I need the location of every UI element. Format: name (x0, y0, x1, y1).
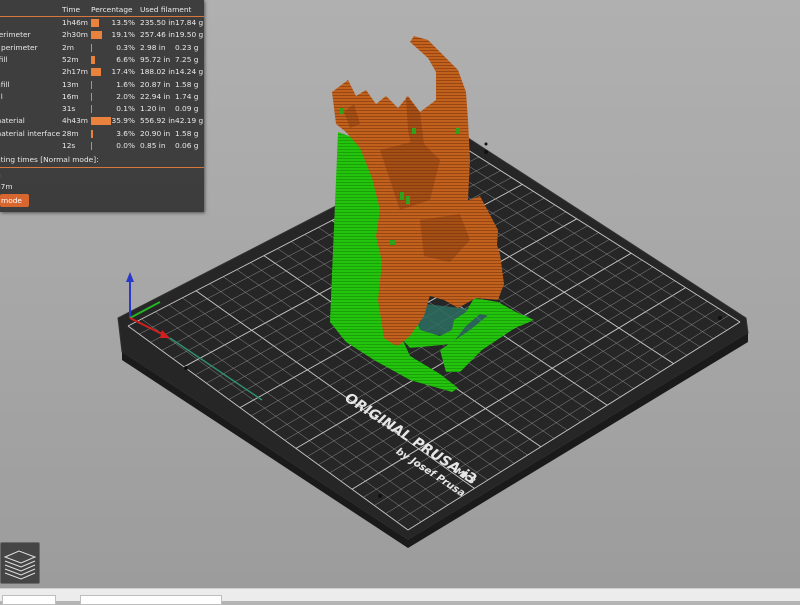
legend-row: fill 16m 2.0% 22.94 in 1.74 g (0, 91, 204, 103)
feature-percentage: 0.1% (116, 104, 135, 114)
feature-length: 188.02 in (140, 67, 175, 77)
percentage-bar (91, 80, 92, 89)
feature-percentage: 19.1% (111, 30, 135, 40)
feature-length: 2.98 in (140, 42, 166, 52)
feature-weight: 17.84 g (175, 18, 204, 27)
legend-row: perimeter 2h30m 19.1% 257.46 in19.50 g (0, 29, 204, 41)
printing-time-line-a: n (0, 170, 1, 179)
feature-percentage: 1.6% (116, 79, 135, 89)
percentage-bar (91, 31, 102, 40)
percentage-bar (91, 55, 95, 64)
feature-weight: 7.25 g (175, 54, 199, 64)
feature-weight: 0.06 g (175, 141, 199, 150)
bottom-field-middle[interactable] (80, 595, 222, 605)
legend-row: nfill 52m 6.6% 95.72 in 7.25 g (0, 54, 204, 66)
legend-row: material interface 28m 3.6% 20.90 in 1.58 g (0, 128, 204, 140)
feature-length: 20.87 in (140, 79, 171, 89)
feature-percentage: 35.9% (111, 116, 135, 126)
feature-time: 1h46m (62, 18, 88, 27)
feature-percentage: 0.3% (116, 42, 135, 52)
layers-stack-icon (3, 550, 37, 580)
feature-name: material interface (0, 128, 61, 138)
legend-row: material 4h43m 35.9% 556.92 in42.19 g (0, 115, 204, 127)
feature-percentage: 6.6% (116, 54, 135, 64)
feature-time: 2m (62, 42, 74, 52)
percentage-bar (91, 19, 99, 27)
feature-weight: 19.50 g (175, 30, 204, 40)
feature-length: 20.90 in (140, 128, 171, 138)
percentage-bar (91, 129, 93, 138)
feature-percentage: 0.0% (116, 141, 135, 150)
feature-time: 31s (62, 104, 76, 114)
feature-time: 16m (62, 91, 79, 101)
feature-weight: 1.74 g (175, 91, 199, 101)
feature-name: material (0, 116, 25, 126)
legend-panel: Time Percentage Used filament r1h46m13.5… (0, 0, 204, 212)
feature-time: 4h43m (62, 116, 88, 126)
header-used-filament: Used filament (140, 5, 192, 14)
feature-time: 2h30m (62, 30, 88, 40)
printing-time-line-b: h7m (0, 182, 13, 191)
legend-row: n31s0.1%1.20 in0.09 g (0, 103, 204, 115)
legend-row: r1h46m13.5%235.50 in17.84 g (0, 17, 204, 29)
feature-weight: 42.19 g (175, 116, 204, 126)
feature-name: fill (0, 91, 3, 101)
mode-toggle-button[interactable]: mode (0, 194, 29, 207)
feature-percentage: 17.4% (111, 67, 135, 77)
feature-name: perimeter (0, 30, 31, 40)
legend-row: g perimeter 2m 0.3% 2.98 in 0.23 g (0, 42, 204, 54)
feature-length: 257.46 in (140, 30, 175, 40)
feature-percentage: 13.5% (111, 18, 135, 27)
legend-row: l2h17m17.4%188.02 in14.24 g (0, 66, 204, 78)
feature-weight: 0.09 g (175, 104, 199, 114)
percentage-bar (91, 68, 101, 77)
feature-percentage: 2.0% (116, 91, 135, 101)
feature-weight: 14.24 g (175, 67, 204, 77)
feature-name: infill (0, 79, 10, 89)
feature-time: 12s (62, 141, 76, 150)
layers-view-button[interactable] (0, 542, 40, 584)
feature-length: 556.92 in (140, 116, 175, 126)
bottom-toolbar (0, 588, 800, 605)
feature-name: nfill (0, 54, 8, 64)
feature-length: 0.85 in (140, 141, 166, 150)
feature-length: 95.72 in (140, 54, 171, 64)
feature-length: 235.50 in (140, 18, 175, 27)
percentage-bar (91, 105, 92, 114)
header-time: Time (62, 5, 81, 14)
bottom-field-left[interactable] (2, 595, 56, 605)
percentage-bar (91, 142, 92, 150)
printing-times-label: nting times [Normal mode]: (0, 155, 99, 164)
feature-time: 52m (62, 54, 79, 64)
feature-time: 28m (62, 128, 79, 138)
legend-row: infill 13m 1.6% 20.87 in 1.58 g (0, 79, 204, 91)
feature-length: 22.94 in (140, 91, 171, 101)
feature-weight: 0.23 g (175, 42, 199, 52)
feature-length: 1.20 in (140, 104, 166, 114)
feature-time: 2h17m (62, 67, 88, 77)
legend-row: 12s 0.0% 0.85 in 0.06 g (0, 140, 204, 152)
feature-percentage: 3.6% (116, 128, 135, 138)
legend-divider (0, 167, 204, 168)
feature-time: 13m (62, 79, 79, 89)
percentage-bar (91, 92, 93, 101)
feature-name: g perimeter (0, 42, 38, 52)
feature-weight: 1.58 g (175, 79, 199, 89)
header-percentage: Percentage (91, 5, 133, 14)
percentage-bar (91, 43, 92, 52)
feature-weight: 1.58 g (175, 128, 199, 138)
